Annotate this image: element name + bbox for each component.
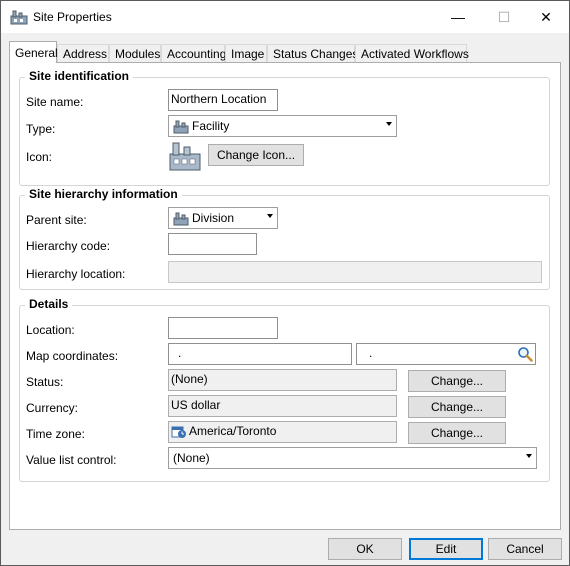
search-icon[interactable] (517, 346, 533, 362)
chevron-down-icon (267, 214, 273, 218)
calendar-clock-icon (171, 426, 186, 438)
site-identification-group: Site identification Site name: Northern … (19, 69, 550, 186)
chevron-down-icon (526, 454, 532, 458)
currency-field: US dollar (168, 395, 397, 417)
details-group: Details Location: Map coordinates: . . S… (19, 297, 550, 482)
minimize-button[interactable]: — (435, 1, 481, 33)
cancel-button[interactable]: Cancel (488, 538, 562, 560)
hierarchy-location-label: Hierarchy location: (26, 267, 126, 281)
site-properties-window: Site Properties — ☐ ✕ General Address Mo… (0, 0, 570, 566)
type-label: Type: (26, 122, 56, 136)
location-input[interactable] (168, 317, 278, 339)
details-title: Details (25, 297, 73, 311)
facility-icon (10, 10, 28, 25)
site-name-label: Site name: (26, 95, 84, 109)
parent-site-select[interactable]: Division (168, 207, 278, 229)
tab-general[interactable]: General (9, 41, 58, 63)
maximize-button[interactable]: ☐ (481, 1, 527, 33)
change-currency-button[interactable]: Change... (408, 396, 506, 418)
tab-activated-workflows[interactable]: Activated Workflows (355, 44, 469, 62)
type-select-content: Facility (173, 119, 229, 134)
parent-site-value: Division (192, 211, 235, 225)
status-label: Status: (26, 375, 64, 389)
hierarchy-location-field (168, 261, 542, 283)
tab-accounting[interactable]: Accounting (161, 44, 226, 62)
close-button[interactable]: ✕ (523, 1, 569, 33)
type-select-value: Facility (192, 119, 230, 133)
tab-address[interactable]: Address (57, 44, 109, 62)
tab-status-changes[interactable]: Status Changes (267, 44, 358, 62)
status-field: (None) (168, 369, 397, 391)
parent-site-label: Parent site: (26, 213, 87, 227)
map-coordinates-label: Map coordinates: (26, 349, 119, 363)
type-select[interactable]: Facility (168, 115, 397, 137)
site-hierarchy-group: Site hierarchy information Parent site: … (19, 187, 550, 290)
time-zone-value: America/Toronto (189, 424, 277, 438)
chevron-down-icon (386, 122, 392, 126)
latitude-input[interactable]: . (168, 343, 352, 365)
facility-icon (173, 212, 189, 226)
longitude-input[interactable]: . (356, 343, 536, 365)
hierarchy-code-input[interactable] (168, 233, 257, 255)
window-title: Site Properties (33, 10, 112, 24)
time-zone-field: America/Toronto (168, 421, 397, 443)
title-bar: Site Properties — ☐ ✕ (1, 1, 569, 33)
currency-label: Currency: (26, 401, 79, 415)
change-status-button[interactable]: Change... (408, 370, 506, 392)
value-list-control-label: Value list control: (26, 453, 117, 467)
parent-site-content: Division (173, 211, 234, 226)
general-tab-panel: Site identification Site name: Northern … (9, 62, 561, 530)
icon-label: Icon: (26, 150, 53, 164)
hierarchy-code-label: Hierarchy code: (26, 239, 111, 253)
change-icon-button[interactable]: Change Icon... (208, 144, 304, 166)
value-list-control-value: (None) (173, 451, 210, 465)
time-zone-label: Time zone: (26, 427, 85, 441)
change-time-zone-button[interactable]: Change... (408, 422, 506, 444)
ok-button[interactable]: OK (328, 538, 402, 560)
edit-button[interactable]: Edit (409, 538, 483, 560)
tab-image[interactable]: Image (225, 44, 267, 62)
site-identification-title: Site identification (25, 69, 134, 83)
facility-icon (173, 120, 189, 134)
site-name-input[interactable]: Northern Location (168, 89, 278, 111)
location-label: Location: (26, 323, 75, 337)
tab-modules[interactable]: Modules (109, 44, 161, 62)
site-hierarchy-title: Site hierarchy information (25, 187, 182, 201)
facility-large-icon (169, 142, 201, 171)
value-list-control-select[interactable]: (None) (168, 447, 537, 469)
